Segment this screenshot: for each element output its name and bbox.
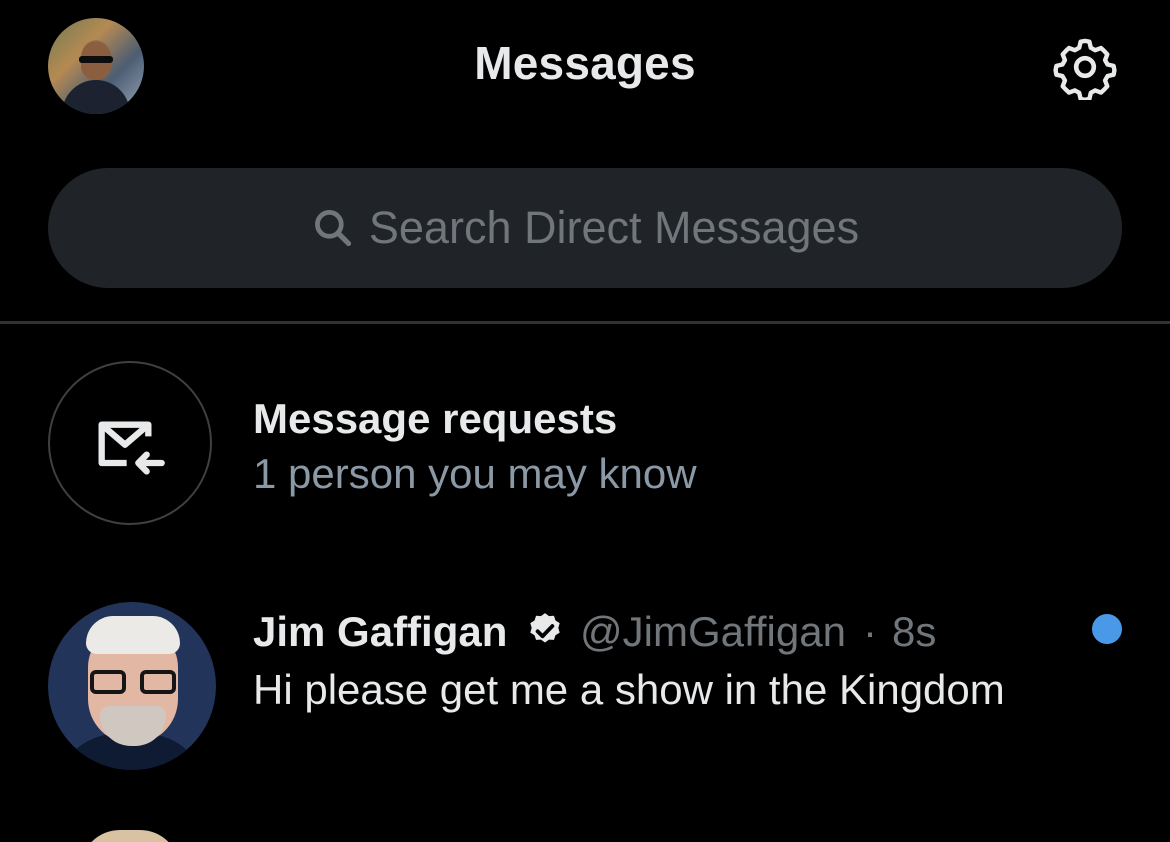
envelope-arrow-icon: [98, 421, 165, 475]
message-requests-title: Message requests: [253, 395, 618, 442]
message-requests-icon-circle: [48, 361, 212, 525]
gear-icon: [1053, 38, 1117, 102]
search-icon: [314, 210, 352, 247]
verified-badge-icon: [530, 613, 560, 643]
avatar-glasses: [90, 670, 176, 694]
conversation-time: 8s: [892, 608, 937, 655]
settings-button[interactable]: [1052, 34, 1118, 102]
conversation-name: Jim Gaffigan: [253, 608, 508, 655]
top-bar: Messages: [0, 0, 1170, 140]
avatar-hair: [86, 616, 180, 654]
message-requests-row[interactable]: Message requests 1 person you may know: [0, 360, 1170, 530]
next-conversation-row[interactable]: [0, 820, 1170, 842]
message-requests-subtitle: 1 person you may know: [253, 450, 697, 497]
conversation-preview: Hi please get me a show in the Kingdom: [253, 666, 1005, 713]
page-title: Messages: [474, 37, 696, 89]
search-placeholder: Search Direct Messages: [368, 202, 860, 253]
meta-separator: ·: [863, 608, 877, 655]
search-bar[interactable]: Search Direct Messages: [48, 168, 1122, 288]
conversation-avatar: [48, 602, 216, 770]
next-conversation-avatar: [80, 830, 180, 842]
conversation-handle: @JimGaffigan: [580, 608, 846, 655]
divider: [0, 321, 1170, 324]
unread-indicator: [1092, 614, 1122, 644]
